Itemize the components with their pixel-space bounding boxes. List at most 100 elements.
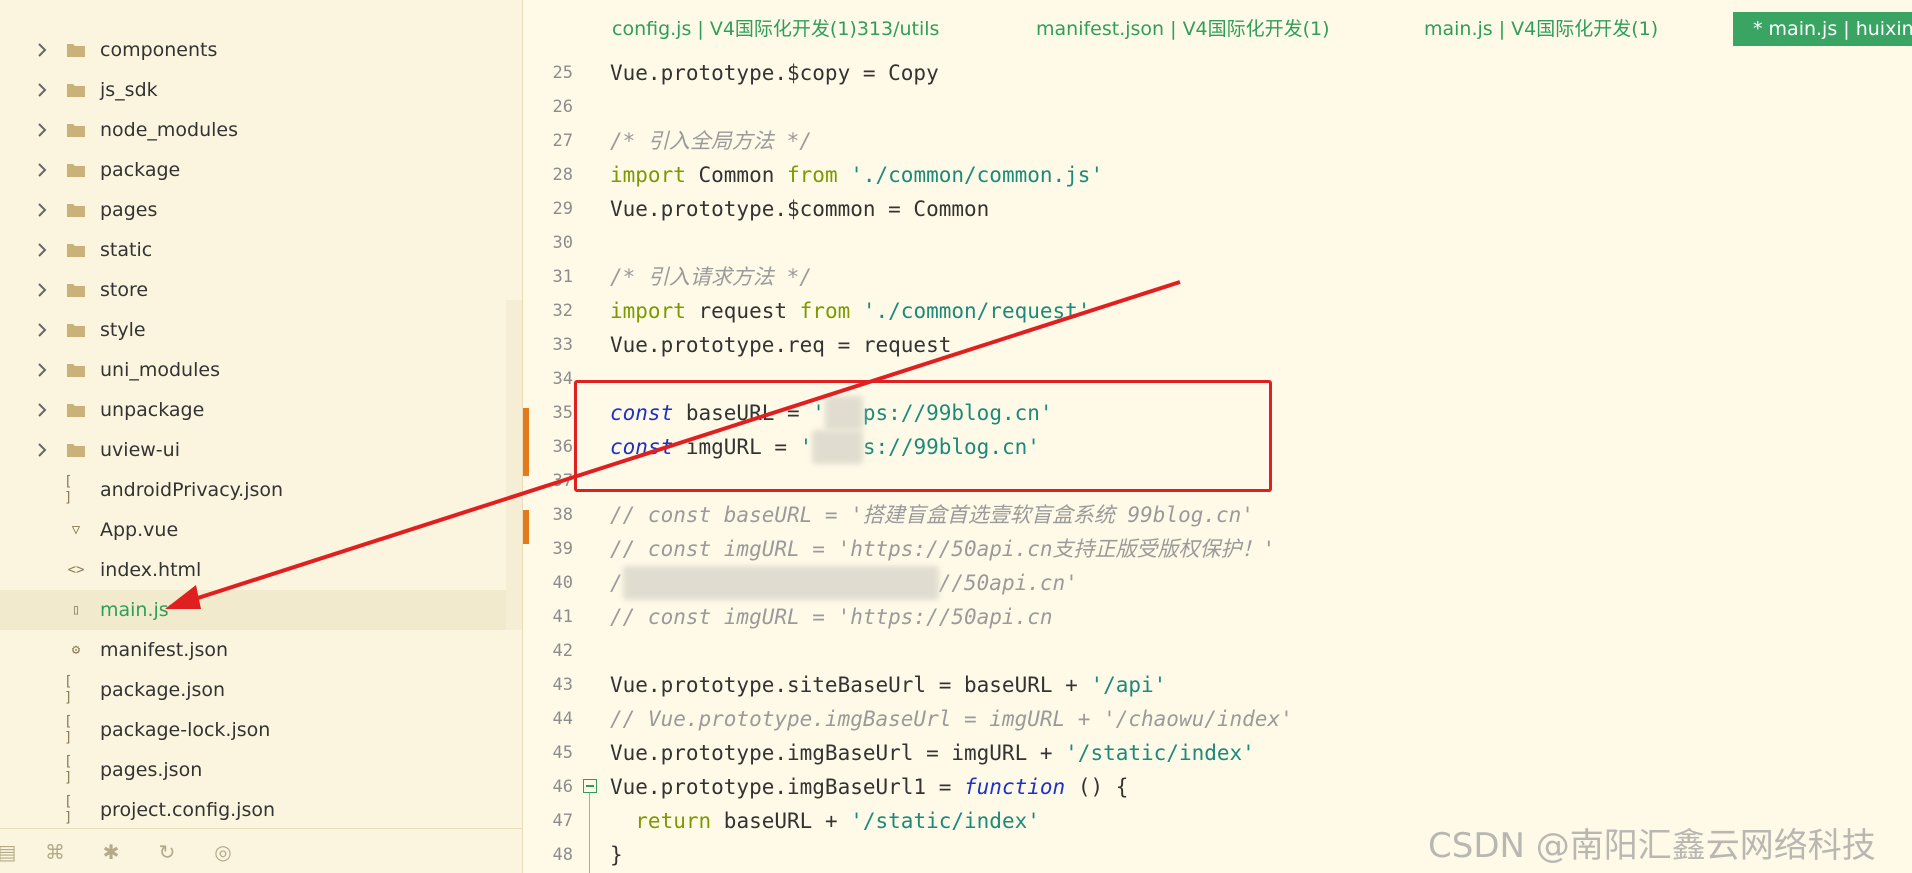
html-file-icon: <> <box>67 562 85 578</box>
tree-item-manifest-json[interactable]: ⚙ manifest.json <box>0 630 510 670</box>
tree-item-package-json[interactable]: [ ] package.json <box>0 670 510 710</box>
line-number: 29 <box>552 199 573 219</box>
line-number: 26 <box>552 97 573 117</box>
chevron-right-icon[interactable] <box>34 399 50 421</box>
code-text: // const baseURL = 'https://50api.cn' <box>610 566 1078 600</box>
code-line: 40 // const baseURL = 'https://50api.cn' <box>523 566 1912 600</box>
line-number: 37 <box>552 471 573 491</box>
tab-main-js[interactable]: main.js | V4国际化开发(1) <box>1424 12 1658 46</box>
tree-item-label: static <box>100 239 153 261</box>
code-text: Vue.prototype.siteBaseUrl = baseURL + '/… <box>610 673 1167 697</box>
panel-icon[interactable]: ▤ <box>0 839 20 865</box>
folder-icon <box>64 79 88 101</box>
tree-item-project-config-json[interactable]: [ ] project.config.json <box>0 790 510 830</box>
line-number: 47 <box>552 811 573 831</box>
chevron-right-icon[interactable] <box>34 159 50 181</box>
tree-item-pages[interactable]: pages <box>0 190 510 230</box>
tree-item-label: androidPrivacy.json <box>100 479 284 501</box>
code-line: 25 Vue.prototype.$copy = Copy <box>523 56 1912 90</box>
tree-item-style[interactable]: style <box>0 310 510 350</box>
code-line: 36 const imgURL = 'https://99blog.cn' <box>523 430 1912 464</box>
tree-item-index-html[interactable]: <> index.html <box>0 550 510 590</box>
code-line: 37 <box>523 464 1912 498</box>
tree-item-uview-ui[interactable]: uview-ui <box>0 430 510 470</box>
chevron-right-icon[interactable] <box>34 199 50 221</box>
tree-item-label: pages.json <box>100 759 203 781</box>
line-number: 44 <box>552 709 573 729</box>
chevron-right-icon[interactable] <box>34 359 50 381</box>
redacted-text: http <box>812 430 863 464</box>
tree-item-components[interactable]: components <box>0 30 510 70</box>
gamepad-icon[interactable]: ⌘ <box>42 839 68 865</box>
globe-icon[interactable]: ◎ <box>210 839 236 865</box>
line-number: 46 <box>552 777 573 797</box>
fold-toggle-icon[interactable] <box>583 779 597 793</box>
bug-icon[interactable]: ✱ <box>98 839 124 865</box>
tree-item-pages-json[interactable]: [ ] pages.json <box>0 750 510 790</box>
code-text: /* 引入全局方法 */ <box>610 129 812 153</box>
tab-manifest-json[interactable]: manifest.json | V4国际化开发(1) <box>1036 12 1330 46</box>
tree-item-label: store <box>100 279 149 301</box>
folder-icon <box>64 39 88 61</box>
code-line: 42 <box>523 634 1912 668</box>
line-number: 36 <box>552 437 573 457</box>
tree-item-label: package.json <box>100 679 226 701</box>
chevron-right-icon[interactable] <box>34 39 50 61</box>
json-file-icon: [ ] <box>64 794 73 826</box>
folder-icon <box>64 199 88 221</box>
tree-item-androidprivacy-json[interactable]: [ ] androidPrivacy.json <box>0 470 510 510</box>
watermark: CSDN @南阳汇鑫云网络科技 <box>1428 826 1876 866</box>
code-line: 29 Vue.prototype.$common = Common <box>523 192 1912 226</box>
code-line: 38 // const baseURL = '搭建盲盒首选壹软盲盒系统 99bl… <box>523 498 1912 532</box>
manifest-file-icon: ⚙ <box>71 642 81 658</box>
tab-main-js-active[interactable]: * main.js | huixiny <box>1733 12 1912 46</box>
tree-item-node-modules[interactable]: node_modules <box>0 110 510 150</box>
tree-item-store[interactable]: store <box>0 270 510 310</box>
line-number: 33 <box>552 335 573 355</box>
chevron-right-icon[interactable] <box>34 439 50 461</box>
code-line: 32 import request from './common/request… <box>523 294 1912 328</box>
refresh-icon[interactable]: ↻ <box>154 839 180 865</box>
code-editor[interactable]: 25 Vue.prototype.$copy = Copy 26 27 /* 引… <box>523 56 1912 873</box>
tree-item-app-vue[interactable]: ▽ App.vue <box>0 510 510 550</box>
code-text: Vue.prototype.$common = Common <box>610 197 990 221</box>
tree-item-label: package <box>100 159 181 181</box>
line-number: 32 <box>552 301 573 321</box>
folder-icon <box>64 159 88 181</box>
tree-item-label: project.config.json <box>100 799 276 821</box>
folder-icon <box>64 359 88 381</box>
code-text: Vue.prototype.imgBaseUrl1 = function () … <box>610 775 1129 799</box>
tree-item-main-js[interactable]: ▯ main.js <box>0 590 510 630</box>
tree-item-package[interactable]: package <box>0 150 510 190</box>
tree-item-static[interactable]: static <box>0 230 510 270</box>
chevron-right-icon[interactable] <box>34 79 50 101</box>
chevron-right-icon[interactable] <box>34 239 50 261</box>
chevron-right-icon[interactable] <box>34 319 50 341</box>
chevron-right-icon[interactable] <box>34 279 50 301</box>
code-line: 35 const baseURL = 'https://99blog.cn' <box>523 396 1912 430</box>
code-text: Vue.prototype.req = request <box>610 333 952 357</box>
code-line: 45 Vue.prototype.imgBaseUrl = imgURL + '… <box>523 736 1912 770</box>
tree-item-uni-modules[interactable]: uni_modules <box>0 350 510 390</box>
tree-item-label: node_modules <box>100 119 239 141</box>
code-text: } <box>610 843 623 867</box>
tree-item-package-lock-json[interactable]: [ ] package-lock.json <box>0 710 510 750</box>
code-line: 31 /* 引入请求方法 */ <box>523 260 1912 294</box>
code-text: import Common from './common/common.js' <box>610 163 1104 187</box>
folder-icon <box>64 239 88 261</box>
code-text: const imgURL = 'https://99blog.cn' <box>610 430 1040 464</box>
line-number: 45 <box>552 743 573 763</box>
tree-item-js-sdk[interactable]: js_sdk <box>0 70 510 110</box>
code-line: 39 // const imgURL = 'https://50api.cn支持… <box>523 532 1912 566</box>
code-line: 41 // const imgURL = 'https://50api.cn <box>523 600 1912 634</box>
redacted-text: / const baseURL = 'https: <box>622 566 939 600</box>
line-number: 38 <box>552 505 573 525</box>
line-number: 31 <box>552 267 573 287</box>
tab-config-js[interactable]: config.js | V4国际化开发(1)313/utils <box>612 12 939 46</box>
line-number: 41 <box>552 607 573 627</box>
code-line: 26 <box>523 90 1912 124</box>
sidebar-scrollbar[interactable] <box>506 300 522 630</box>
chevron-right-icon[interactable] <box>34 119 50 141</box>
code-line: 43 Vue.prototype.siteBaseUrl = baseURL +… <box>523 668 1912 702</box>
tree-item-unpackage[interactable]: unpackage <box>0 390 510 430</box>
